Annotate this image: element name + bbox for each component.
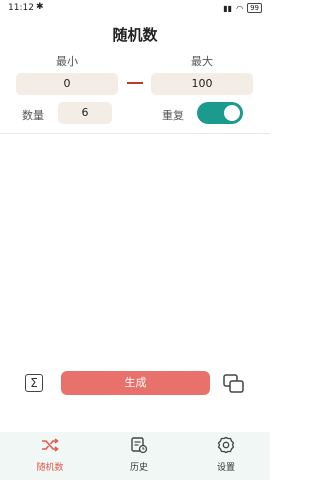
status-bar: 11:12 ✱ ▮▮ ◠ 99 xyxy=(0,0,270,18)
count-label: 数量 xyxy=(22,109,44,122)
max-label: 最大 xyxy=(191,55,213,68)
max-input[interactable]: 100 xyxy=(151,73,253,95)
nav-item-history[interactable]: 历史 xyxy=(109,436,169,473)
sigma-icon: Σ xyxy=(30,376,38,390)
battery-icon: 99 xyxy=(247,3,262,13)
nav-item-settings[interactable]: 设置 xyxy=(196,436,256,473)
toggle-knob xyxy=(224,105,240,121)
nav-label-history: 历史 xyxy=(129,463,148,473)
min-input[interactable]: 0 xyxy=(16,73,118,95)
nav-label-settings: 设置 xyxy=(216,463,235,473)
sum-button[interactable]: Σ xyxy=(25,374,43,392)
divider xyxy=(0,133,270,134)
repeat-label: 重复 xyxy=(162,109,184,122)
nav-label-random: 随机数 xyxy=(36,463,64,473)
min-label: 最小 xyxy=(56,55,78,68)
bluetooth-icon: ✱ xyxy=(36,2,44,12)
bottom-nav: 随机数 历史 设置 xyxy=(0,432,270,480)
status-icons: ▮▮ ◠ 99 xyxy=(223,3,262,13)
repeat-toggle[interactable] xyxy=(197,102,243,124)
gear-icon xyxy=(217,436,235,454)
history-icon xyxy=(131,437,148,454)
copy-button[interactable] xyxy=(223,374,245,394)
generate-button[interactable]: 生成 xyxy=(61,371,210,395)
wifi-icon: ◠ xyxy=(236,3,244,13)
nav-item-random[interactable]: 随机数 xyxy=(20,436,80,473)
copy-icon xyxy=(223,374,244,393)
status-time: 11:12 xyxy=(8,3,34,13)
signal-icon: ▮▮ xyxy=(223,3,233,13)
shuffle-icon xyxy=(42,438,59,452)
page-title: 随机数 xyxy=(112,26,158,44)
range-dash xyxy=(127,82,143,84)
count-input[interactable]: 6 xyxy=(58,102,112,124)
